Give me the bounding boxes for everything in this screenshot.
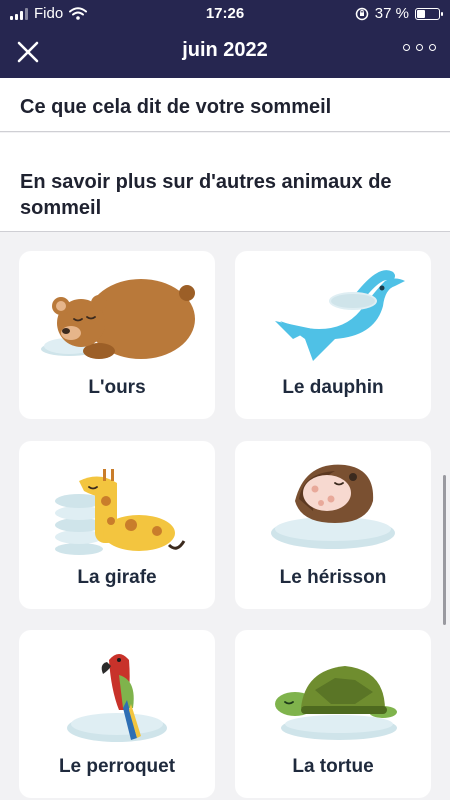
battery-percent: 37 % [374, 5, 409, 22]
animal-label: La tortue [292, 756, 374, 777]
turtle-illustration [275, 666, 397, 740]
animal-label: Le hérisson [279, 567, 387, 588]
learn-more-heading: En savoir plus sur d'autres animaux de s… [20, 171, 392, 219]
sleep-meaning-heading: Ce que cela dit de votre sommeil [20, 96, 332, 118]
page-title: juin 2022 [182, 39, 268, 61]
animal-grid: L'ours Le dauphin La girafe Le hérisson … [0, 232, 450, 800]
animal-label: La girafe [77, 567, 157, 588]
learn-more-row: En savoir plus sur d'autres animaux de s… [0, 157, 450, 232]
dolphin-illustration [275, 270, 405, 361]
parrot-illustration [67, 654, 167, 742]
status-right: 37 % [355, 5, 443, 22]
animal-label: Le dauphin [282, 377, 384, 398]
bear-illustration [41, 279, 195, 359]
status-bar: Fido 17:26 37 % [0, 0, 450, 26]
more-options-icon[interactable] [403, 44, 436, 51]
section-spacer [0, 133, 450, 157]
animal-card-bear[interactable]: L'ours [19, 251, 215, 419]
sleep-meaning-row[interactable]: Ce que cela dit de votre sommeil [0, 78, 450, 132]
animal-card-hedgehog[interactable]: Le hérisson [235, 441, 431, 609]
rotation-lock-icon [355, 7, 369, 20]
animal-card-turtle[interactable]: La tortue [235, 630, 431, 798]
scrollbar[interactable] [443, 475, 446, 625]
animal-card-parrot[interactable]: Le perroquet [19, 630, 215, 798]
animal-label: L'ours [88, 377, 146, 398]
hedgehog-illustration [271, 464, 395, 549]
giraffe-illustration [55, 469, 186, 555]
animal-card-giraffe[interactable]: La girafe [19, 441, 215, 609]
animal-card-dolphin[interactable]: Le dauphin [235, 251, 431, 419]
nav-bar: juin 2022 [0, 26, 450, 78]
battery-icon [415, 7, 443, 20]
animal-label: Le perroquet [58, 756, 176, 777]
